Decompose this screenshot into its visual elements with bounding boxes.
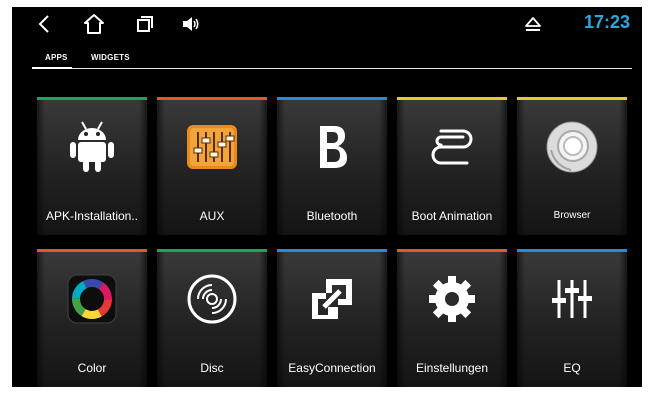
app-tile-disc[interactable]: Disc [157, 249, 267, 387]
app-tile-apk-installation[interactable]: APK-Installation.. [37, 97, 147, 235]
accent-bar [397, 97, 507, 100]
gear-icon [422, 269, 482, 329]
accent-bar [37, 97, 147, 100]
app-label: Color [77, 361, 107, 375]
app-label: EasyConnection [288, 361, 376, 375]
tab-divider [32, 68, 632, 69]
android-icon [62, 117, 122, 177]
app-label: EQ [563, 361, 581, 375]
browser-disc-icon [542, 117, 602, 177]
recent-apps-icon[interactable] [134, 11, 156, 37]
tab-widgets[interactable]: WIDGETS [91, 53, 130, 62]
accent-bar [277, 249, 387, 252]
accent-bar [517, 249, 627, 252]
accent-bar [157, 249, 267, 252]
accent-bar [157, 97, 267, 100]
clock: 17:23 [583, 12, 630, 32]
app-tile-einstellungen[interactable]: Einstellungen [397, 249, 507, 387]
eject-icon[interactable] [522, 11, 544, 37]
app-tile-eq[interactable]: EQ [517, 249, 627, 387]
app-tile-easyconnection[interactable]: EasyConnection [277, 249, 387, 387]
accent-bar [277, 97, 387, 100]
accent-bar [397, 249, 507, 252]
home-icon[interactable] [82, 11, 106, 37]
app-label: Einstellungen [415, 361, 489, 375]
volume-icon[interactable] [180, 11, 202, 37]
back-chevron-icon[interactable] [34, 11, 54, 37]
easy-connection-icon [302, 269, 362, 329]
bluetooth-b-icon [302, 117, 362, 177]
disc-icon [182, 269, 242, 329]
app-label: APK-Installation.. [45, 209, 139, 223]
app-label: Browser [553, 210, 591, 221]
app-label: AUX [199, 209, 225, 223]
equalizer-sliders-icon [182, 117, 242, 177]
eq-sliders-icon [542, 269, 602, 329]
app-tile-bluetooth[interactable]: Bluetooth [277, 97, 387, 235]
app-tile-color[interactable]: Color [37, 249, 147, 387]
tab-apps[interactable]: APPS [45, 53, 68, 62]
accent-bar [37, 249, 147, 252]
color-wheel-icon [62, 269, 122, 329]
app-tile-browser[interactable]: Browser [517, 97, 627, 235]
accent-bar [517, 97, 627, 100]
app-label: Boot Animation [411, 209, 493, 223]
tab-apps-indicator [32, 67, 72, 69]
boot-loop-icon [422, 117, 482, 177]
app-label: Bluetooth [306, 209, 358, 223]
app-grid: APK-Installation.. AUX Bluetooth Boot An… [12, 97, 642, 387]
launcher-screen: 17:23 APPS WIDGETS APK-Installation.. AU… [12, 7, 642, 387]
app-tile-aux[interactable]: AUX [157, 97, 267, 235]
app-tile-boot-animation[interactable]: Boot Animation [397, 97, 507, 235]
status-bar: 17:23 [12, 7, 642, 43]
app-label: Disc [200, 361, 224, 375]
